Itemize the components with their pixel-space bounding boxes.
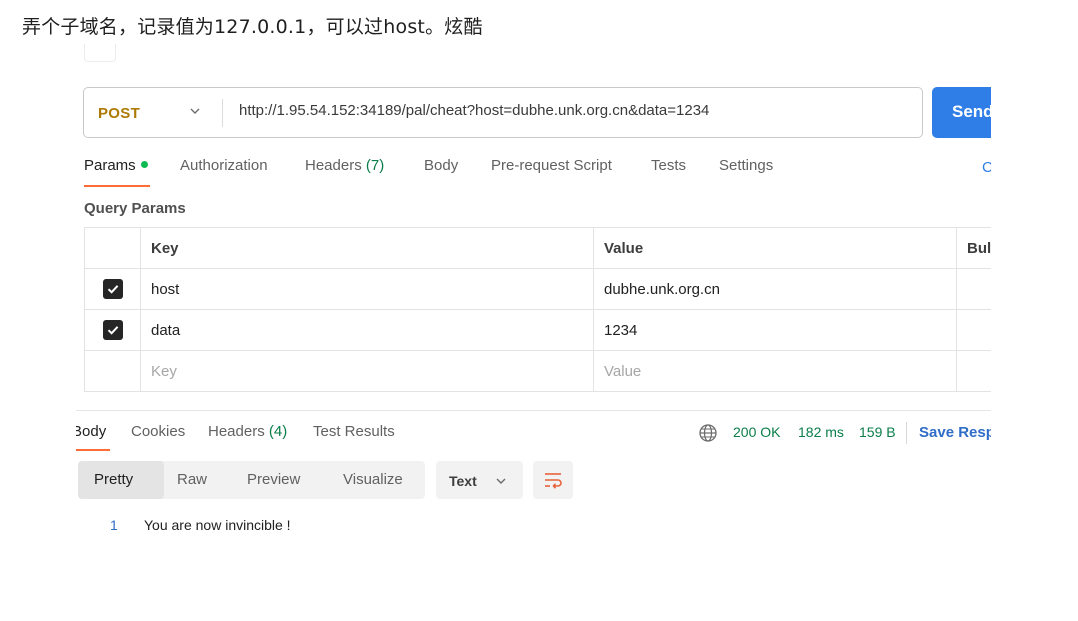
url-input[interactable]: http://1.95.54.152:34189/pal/cheat?host=… (239, 102, 709, 119)
wrap-lines-button[interactable] (533, 461, 573, 499)
tab-response-cookies[interactable]: Cookies (131, 423, 185, 440)
top-stub (84, 44, 116, 62)
chevron-down-icon[interactable] (188, 104, 202, 118)
checkbox-column-header (84, 227, 141, 269)
response-body-line: 1 You are now invincible ! (110, 517, 291, 534)
row-checkbox-cell (84, 350, 141, 392)
table-row: data 1234 (84, 309, 991, 351)
send-button[interactable]: Send (932, 87, 991, 138)
table-row: host dubhe.unk.org.cn (84, 268, 991, 310)
new-value-input[interactable]: Value (593, 350, 957, 392)
row-checkbox-cell (84, 268, 141, 310)
tab-tests[interactable]: Tests (651, 157, 686, 174)
request-url-bar: POST http://1.95.54.152:34189/pal/cheat?… (83, 87, 923, 138)
checkbox-checked-icon[interactable] (102, 320, 123, 340)
query-params-table: Key Value Bul host dubhe.unk.org.cn data… (84, 227, 991, 392)
tab-authorization[interactable]: Authorization (180, 157, 268, 174)
param-key[interactable]: data (140, 309, 594, 351)
column-key: Key (140, 227, 594, 269)
tab-response-headers[interactable]: Headers (4) (208, 423, 287, 440)
section-divider (76, 410, 991, 411)
method-select[interactable]: POST (98, 105, 140, 122)
view-preview[interactable]: Preview (247, 461, 300, 499)
response-size[interactable]: 159 B (859, 424, 896, 440)
save-response-button[interactable]: Save Resp (919, 424, 991, 441)
query-params-title: Query Params (84, 200, 186, 217)
tab-params[interactable]: Params (84, 157, 148, 174)
tab-response-body[interactable]: Body (76, 423, 106, 440)
postman-screenshot: POST http://1.95.54.152:34189/pal/cheat?… (76, 44, 991, 564)
tab-test-results[interactable]: Test Results (313, 423, 395, 440)
status-code[interactable]: 200 OK (733, 424, 780, 440)
param-value[interactable]: dubhe.unk.org.cn (593, 268, 957, 310)
response-time[interactable]: 182 ms (798, 424, 844, 440)
view-visualize[interactable]: Visualize (343, 461, 403, 499)
row-checkbox-cell (84, 309, 141, 351)
param-key[interactable]: host (140, 268, 594, 310)
globe-icon[interactable] (698, 423, 718, 443)
chevron-down-icon (496, 478, 506, 484)
column-value: Value (593, 227, 957, 269)
tab-pre-request-script[interactable]: Pre-request Script (491, 157, 612, 174)
format-label: Text (449, 473, 477, 489)
caption-text: 弄个子域名，记录值为127.0.0.1，可以过host。炫酷 (22, 16, 483, 38)
column-bulk-edit[interactable]: Bul (956, 227, 991, 269)
wrap-lines-icon (545, 473, 562, 489)
table-header-row: Key Value Bul (84, 227, 991, 269)
table-row-empty: Key Value (84, 350, 991, 392)
tab-body[interactable]: Body (424, 157, 458, 174)
view-mode-selector: Pretty Raw Preview Visualize (78, 461, 425, 499)
response-tab-underline (76, 449, 110, 451)
param-extra[interactable] (956, 309, 991, 351)
line-number: 1 (110, 517, 118, 533)
url-separator (222, 99, 223, 127)
active-tab-underline (84, 185, 150, 187)
param-value[interactable]: 1234 (593, 309, 957, 351)
format-select[interactable]: Text (436, 461, 523, 499)
view-pretty[interactable]: Pretty (78, 461, 164, 499)
param-extra[interactable] (956, 268, 991, 310)
cookies-link[interactable]: C (982, 159, 991, 176)
response-body-text[interactable]: You are now invincible ! (144, 517, 291, 533)
tab-settings[interactable]: Settings (719, 157, 773, 174)
view-raw[interactable]: Raw (177, 461, 207, 499)
checkbox-checked-icon[interactable] (102, 279, 123, 299)
params-active-dot (140, 161, 148, 168)
tab-headers[interactable]: Headers (7) (305, 157, 384, 174)
new-key-input[interactable]: Key (140, 350, 594, 392)
param-extra[interactable] (956, 350, 991, 392)
status-separator (906, 422, 907, 444)
